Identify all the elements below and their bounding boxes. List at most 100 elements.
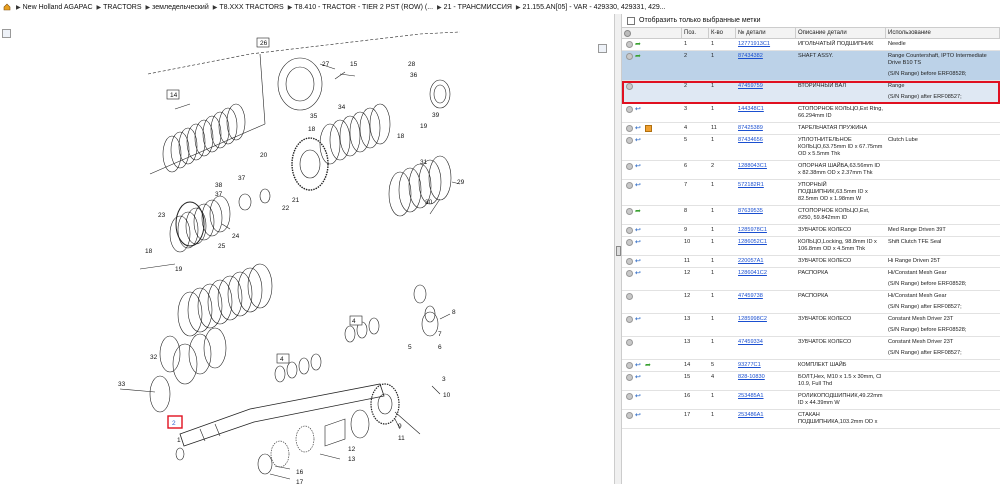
replace-arrow-icon[interactable]: ↩ [635, 362, 643, 369]
select-dot-icon[interactable] [626, 41, 633, 48]
row-part-number[interactable]: 253486A1 [736, 410, 796, 428]
callout-13[interactable]: 13 [348, 456, 356, 463]
row-part-number-text[interactable]: 1285998C2 [738, 316, 767, 322]
callout-28[interactable]: 28 [408, 61, 416, 68]
replace-arrow-icon[interactable]: ↩ [635, 182, 643, 189]
row-part-number-text[interactable]: 87425389 [738, 125, 763, 131]
row-part-number-text[interactable]: 87639535 [738, 208, 763, 214]
row-part-number[interactable]: 1286041C2 [736, 268, 796, 290]
row-part-number-text[interactable]: 1288043C1 [738, 163, 767, 169]
replace-arrow-icon[interactable]: ↩ [635, 239, 643, 246]
callout-29[interactable]: 29 [457, 179, 465, 186]
table-row[interactable]: ↩ 7 1 572182R1 УПОРНЫЙ ПОДШИПНИК,63.5mm ID x… [622, 180, 1000, 206]
forward-arrow-icon[interactable]: ➦ [645, 362, 653, 369]
table-row[interactable]: ↩ 17 1 253486A1 СТАКАН ПОДШИПНИКА,103.2mm OD… [622, 410, 1000, 429]
row-part-number[interactable]: 144348C1 [736, 104, 796, 122]
row-part-number[interactable]: 47459759 [736, 81, 796, 103]
row-part-number[interactable]: 12771913C1 [736, 39, 796, 50]
replace-arrow-icon[interactable]: ↩ [635, 125, 643, 132]
filter-selected-checkbox[interactable]: Отобразить только выбранные метки [622, 14, 1000, 27]
select-dot-icon[interactable] [626, 227, 633, 234]
pane-splitter[interactable] [614, 14, 622, 484]
callout-25[interactable]: 25 [218, 243, 226, 250]
row-part-number-text[interactable]: 93277C1 [738, 362, 761, 368]
table-row[interactable]: ↩ ➦ 14 5 93277C1 КОМПЛЕКТ ШАЙБ [622, 360, 1000, 372]
callout-box-4a[interactable]: 4 [352, 318, 356, 325]
callout-14[interactable]: 14 [170, 92, 178, 99]
forward-arrow-icon[interactable]: ➦ [635, 208, 643, 215]
header-part[interactable]: № детали [736, 28, 796, 38]
table-row[interactable]: ↩ 5 1 87434656 УПЛОТНИТЕЛЬНОЕ КОЛЬЦО,63.75mm… [622, 135, 1000, 161]
row-part-number-text[interactable]: 572182R1 [738, 182, 764, 188]
row-part-number-text[interactable]: 47459759 [738, 83, 763, 89]
callout-18b[interactable]: 18 [397, 133, 405, 140]
callout-38[interactable]: 38 [215, 182, 223, 189]
table-row[interactable]: ↩ 15 4 828-10830 БОЛТ,Hex, M10 x 1.5 x 30mm,… [622, 372, 1000, 391]
callout-33[interactable]: 33 [118, 381, 126, 388]
row-part-number-text[interactable]: 87434382 [738, 53, 763, 59]
row-part-number[interactable]: 1285998C2 [736, 314, 796, 336]
callout-31[interactable]: 31 [420, 159, 428, 166]
settings-icon[interactable] [624, 30, 631, 37]
callout-21[interactable]: 21 [292, 197, 300, 204]
replace-arrow-icon[interactable]: ↩ [635, 137, 643, 144]
table-row[interactable]: ➦ 1 1 12771913C1 ИГОЛЬЧАТЫЙ ПОДШИПНИК Needle [622, 39, 1000, 51]
callout-24[interactable]: 24 [232, 233, 240, 240]
callout-39[interactable]: 39 [432, 112, 440, 119]
select-dot-icon[interactable] [626, 362, 633, 369]
callout-30[interactable]: 30 [425, 199, 433, 206]
table-row[interactable]: ↩ 3 1 144348C1 СТОПОРНОЕ КОЛЬЦО,Ext Rtng, 66… [622, 104, 1000, 123]
forward-arrow-icon[interactable]: ➦ [635, 41, 643, 48]
table-row[interactable]: ↩ 6 2 1288043C1 ОПОРНАЯ ШАЙБА,63.56mm ID x 8… [622, 161, 1000, 180]
callout-19b[interactable]: 19 [175, 266, 183, 273]
callout-3[interactable]: 3 [442, 376, 446, 383]
select-dot-icon[interactable] [626, 374, 633, 381]
callout-5[interactable]: 5 [408, 344, 412, 351]
callout-36[interactable]: 36 [410, 72, 418, 79]
replace-arrow-icon[interactable]: ↩ [635, 374, 643, 381]
row-part-number-text[interactable]: 47459738 [738, 293, 763, 299]
replace-arrow-icon[interactable]: ↩ [635, 106, 643, 113]
callout-37b[interactable]: 37 [215, 191, 223, 198]
zoom-icon[interactable] [598, 44, 607, 53]
callout-27[interactable]: 27 [322, 61, 330, 68]
select-dot-icon[interactable] [626, 106, 633, 113]
select-dot-icon[interactable] [626, 182, 633, 189]
select-dot-icon[interactable] [626, 339, 633, 346]
callout-34[interactable]: 34 [338, 104, 346, 111]
table-row[interactable]: ↩ 11 1 220057A1 ЗУБЧАТОЕ КОЛЕСО Hi Range Driv… [622, 256, 1000, 268]
home-icon[interactable] [3, 3, 11, 11]
row-part-number-text[interactable]: 47459334 [738, 339, 763, 345]
replace-arrow-icon[interactable]: ↩ [635, 393, 643, 400]
select-dot-icon[interactable] [626, 258, 633, 265]
row-part-number[interactable]: 87425389 [736, 123, 796, 134]
breadcrumb-item[interactable]: T8.XXX TRACTORS [219, 4, 283, 11]
replace-arrow-icon[interactable]: ↩ [635, 316, 643, 323]
breadcrumb-item[interactable]: T8.410 - TRACTOR - TIER 2 PST (ROW) (... [294, 4, 433, 11]
replace-arrow-icon[interactable]: ↩ [635, 163, 643, 170]
select-dot-icon[interactable] [626, 125, 633, 132]
select-dot-icon[interactable] [626, 163, 633, 170]
header-pos[interactable]: Поз. [682, 28, 709, 38]
callout-8[interactable]: 8 [452, 309, 456, 316]
table-row[interactable]: 2 1 47459759 ВТОРИЧНЫЙ ВАЛ Range (S/N Range) … [622, 81, 1000, 104]
row-part-number[interactable]: 87639535 [736, 206, 796, 224]
row-part-number-text[interactable]: 87434656 [738, 137, 763, 143]
breadcrumb-item[interactable]: земледельческий [152, 4, 209, 11]
checkbox-icon[interactable] [627, 16, 635, 25]
callout-17[interactable]: 17 [296, 479, 304, 484]
select-dot-icon[interactable] [626, 83, 633, 90]
breadcrumb-item[interactable]: TRACTORS [103, 4, 141, 11]
breadcrumb-item[interactable]: 21.155.AN[05] - VAR - 429330, 429331, 42… [523, 4, 666, 11]
replace-arrow-icon[interactable]: ↩ [635, 412, 643, 419]
callout-37[interactable]: 37 [238, 175, 246, 182]
row-part-number[interactable]: 1285978C1 [736, 225, 796, 236]
select-dot-icon[interactable] [626, 208, 633, 215]
callout-12[interactable]: 12 [348, 446, 356, 453]
header-desc[interactable]: Описание детали [796, 28, 886, 38]
row-part-number-text[interactable]: 144348C1 [738, 106, 764, 112]
callout-7[interactable]: 7 [438, 331, 442, 338]
row-part-number[interactable]: 572182R1 [736, 180, 796, 205]
row-part-number[interactable]: 828-10830 [736, 372, 796, 390]
row-part-number-text[interactable]: 1285978C1 [738, 227, 767, 233]
